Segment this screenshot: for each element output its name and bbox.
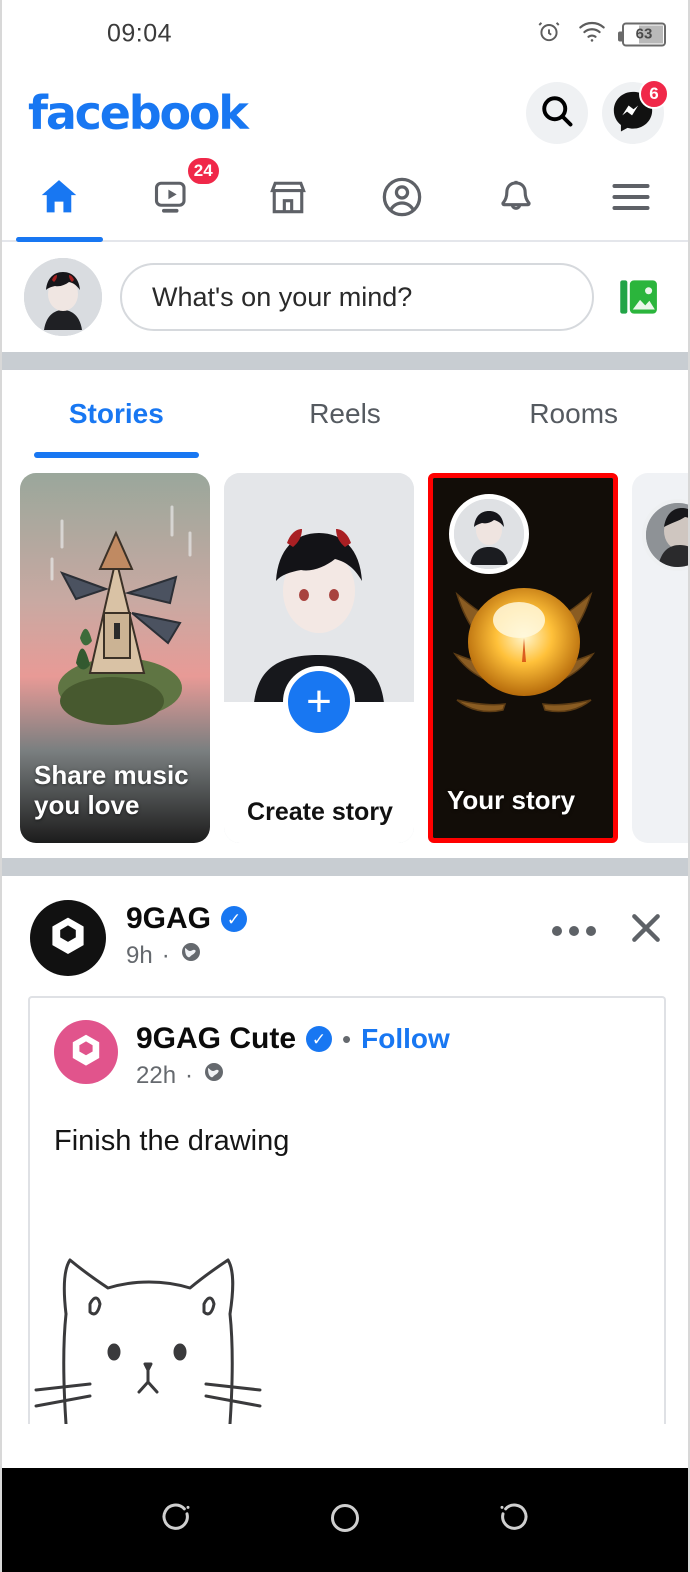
watch-badge: 24 [185, 156, 221, 186]
post-author-name[interactable]: 9GAG [126, 902, 211, 936]
photo-library-icon[interactable] [612, 270, 666, 324]
alarm-icon [536, 19, 562, 50]
story-card-share-music[interactable]: Share music you love [20, 473, 210, 843]
shared-post-header: 9GAG Cute ✓ • Follow 22h · [30, 1020, 664, 1091]
tab-reels[interactable]: Reels [231, 370, 460, 458]
nav-tab-menu[interactable] [574, 158, 688, 240]
section-divider [2, 858, 688, 876]
tab-reels-label: Reels [309, 398, 381, 429]
post-meta: 9GAG ✓ 9h · [126, 900, 532, 971]
nav-tab-marketplace[interactable] [231, 158, 345, 240]
post-timestamp-row: 9h · [126, 940, 532, 971]
separator-dot: · [161, 941, 170, 969]
globe-icon [179, 940, 203, 971]
android-navigation-bar [2, 1468, 688, 1572]
story-card-create-story[interactable]: + Create story [224, 473, 414, 843]
facebook-logo[interactable]: facebook [28, 86, 249, 140]
verified-badge-icon: ✓ [221, 906, 248, 932]
post-time: 9h [126, 941, 153, 969]
stories-carousel[interactable]: Share music you love + Create story Your… [2, 458, 688, 858]
person-circle-icon [379, 174, 425, 225]
nav-tab-watch[interactable]: 24 [116, 156, 230, 240]
tab-rooms-label: Rooms [529, 398, 619, 429]
status-icons: 63 [536, 19, 666, 50]
search-button[interactable] [526, 82, 588, 144]
app-header: facebook 6 [2, 68, 688, 158]
main-nav-tabs: 24 [2, 156, 688, 242]
avatar [642, 499, 688, 571]
header-actions: 6 [526, 79, 669, 144]
hamburger-menu-icon [609, 180, 653, 219]
story-card-next-peek[interactable] [632, 473, 688, 843]
avatar[interactable] [24, 258, 102, 336]
page-avatar-9gag-cute[interactable] [54, 1020, 118, 1084]
active-tab-underline [15, 237, 103, 242]
shared-post-text: Finish the drawing [54, 1125, 290, 1157]
composer-input[interactable]: What's on your mind? [120, 263, 594, 331]
more-options-icon[interactable] [552, 925, 596, 936]
section-divider [2, 352, 688, 370]
status-bar: 09:04 63 [2, 0, 688, 68]
post-composer: What's on your mind? [2, 242, 688, 352]
nav-tab-profile[interactable] [345, 158, 459, 240]
nav-tab-home[interactable] [2, 158, 116, 242]
messenger-badge: 6 [639, 79, 669, 109]
phone-screen: 09:04 63 facebook 6 24 What's on your mi… [0, 0, 690, 1572]
shared-post-time: 22h [136, 1061, 177, 1089]
feed-post: 9GAG ✓ 9h · 9GAG Cute ✓ • Follow 22h · F… [2, 876, 688, 1424]
home-circle-icon[interactable] [325, 1498, 365, 1543]
back-icon[interactable] [494, 1498, 534, 1543]
shared-post-card: 9GAG Cute ✓ • Follow 22h · Finish the dr… [28, 996, 666, 1184]
separator-dot: · [185, 1061, 194, 1089]
search-icon [539, 93, 575, 134]
shared-post-meta: 9GAG Cute ✓ • Follow 22h · [136, 1020, 640, 1091]
messenger-button[interactable]: 6 [602, 79, 669, 144]
home-icon [36, 174, 82, 225]
story-label: Create story [247, 797, 393, 826]
post-image-cat-drawing[interactable] [28, 1184, 666, 1424]
shared-author-row: 9GAG Cute ✓ • Follow [136, 1022, 640, 1056]
post-header-actions [552, 900, 666, 953]
page-avatar-9gag[interactable] [30, 900, 106, 976]
stories-tab-bar: Stories Reels Rooms [2, 370, 688, 458]
your-story-avatar [449, 494, 529, 574]
create-story-plus-button[interactable]: + [283, 666, 355, 739]
post-author-row: 9GAG ✓ [126, 902, 532, 936]
shared-author-name[interactable]: 9GAG Cute [136, 1022, 296, 1056]
active-tab-underline [34, 452, 199, 458]
close-icon[interactable] [626, 908, 666, 953]
story-card-your-story[interactable]: Your story [428, 473, 618, 843]
wifi-icon [578, 20, 606, 49]
follow-button[interactable]: Follow [361, 1023, 450, 1055]
recents-icon[interactable] [156, 1498, 196, 1543]
tab-rooms[interactable]: Rooms [459, 370, 688, 458]
verified-badge-icon: ✓ [306, 1026, 333, 1052]
battery-level: 63 [635, 25, 653, 43]
store-icon [266, 175, 310, 224]
video-icon [151, 175, 195, 224]
tab-stories[interactable]: Stories [2, 370, 231, 458]
nav-tab-notifications[interactable] [459, 158, 573, 240]
story-label: Your story [447, 785, 576, 816]
post-header: 9GAG ✓ 9h · [2, 876, 688, 990]
status-time: 09:04 [107, 19, 173, 48]
separator-dot: • [342, 1023, 352, 1054]
story-label: Share music you love [34, 759, 189, 821]
tab-stories-label: Stories [68, 398, 164, 429]
bell-icon [494, 175, 538, 224]
globe-icon [202, 1060, 226, 1091]
battery-icon: 63 [618, 22, 666, 46]
shared-timestamp-row: 22h · [136, 1060, 640, 1091]
